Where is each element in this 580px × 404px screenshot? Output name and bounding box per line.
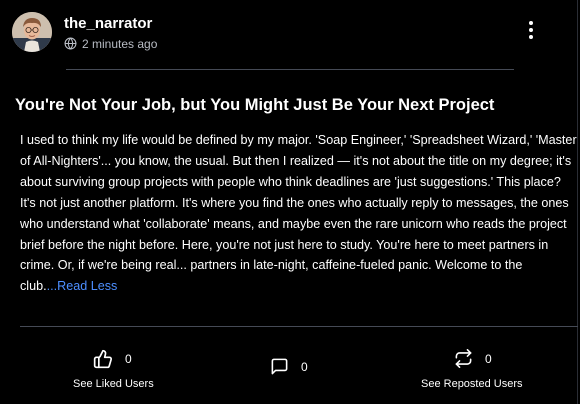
comment-button[interactable]: 0 xyxy=(270,357,308,376)
avatar[interactable] xyxy=(12,12,52,52)
globe-icon xyxy=(64,37,77,50)
see-liked-users-link[interactable]: See Liked Users xyxy=(73,378,154,390)
comment-icon xyxy=(271,358,288,375)
header-divider xyxy=(66,69,514,70)
post-meta: 2 minutes ago xyxy=(64,37,157,51)
post-card: the_narrator 2 minutes ago You're Not Yo… xyxy=(0,0,578,404)
comment-count: 0 xyxy=(301,359,308,374)
actions-divider xyxy=(20,326,578,327)
user-block: the_narrator 2 minutes ago xyxy=(64,14,157,51)
like-count: 0 xyxy=(125,352,132,366)
see-reposted-users-link[interactable]: See Reposted Users xyxy=(421,378,523,390)
post-body: I used to think my life would be defined… xyxy=(20,130,580,297)
like-button[interactable]: 0 xyxy=(93,349,132,369)
repost-count: 0 xyxy=(485,351,492,366)
more-vertical-icon xyxy=(529,21,533,39)
repost-button[interactable]: 0 xyxy=(454,349,492,368)
read-less-link[interactable]: ...Read Less xyxy=(47,279,118,293)
timestamp: 2 minutes ago xyxy=(82,36,158,51)
post-title: You're Not Your Job, but You Might Just … xyxy=(15,96,495,114)
username[interactable]: the_narrator xyxy=(64,14,157,34)
post-body-text: I used to think my life would be defined… xyxy=(20,133,577,294)
thumbs-up-icon xyxy=(93,349,112,369)
more-options-button[interactable] xyxy=(525,20,537,40)
repost-icon xyxy=(455,349,472,368)
post-header: the_narrator 2 minutes ago xyxy=(12,12,157,52)
